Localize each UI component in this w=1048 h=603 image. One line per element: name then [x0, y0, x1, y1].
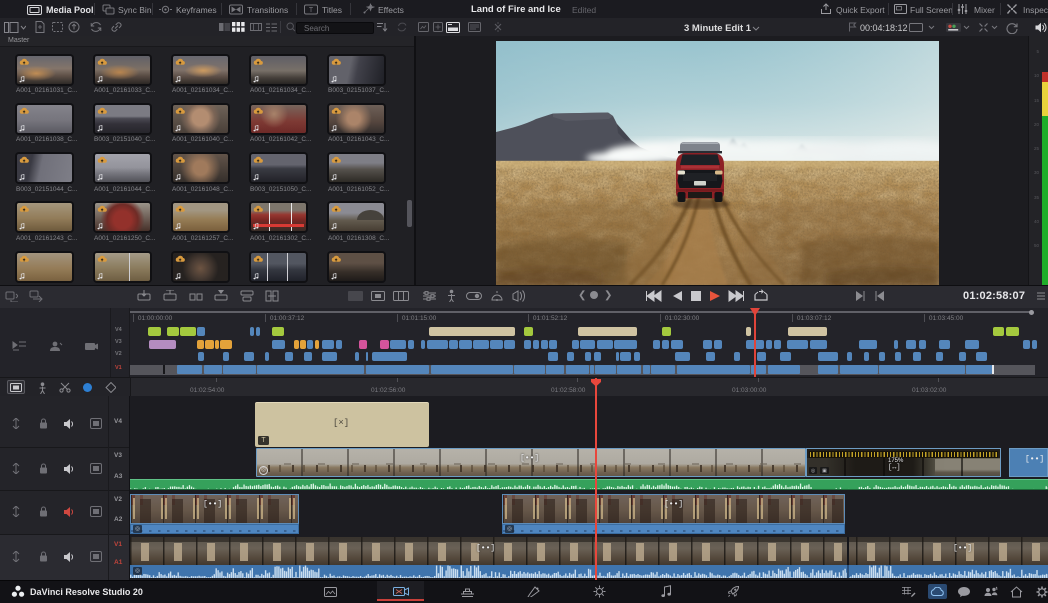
svg-text:T: T	[309, 7, 314, 14]
